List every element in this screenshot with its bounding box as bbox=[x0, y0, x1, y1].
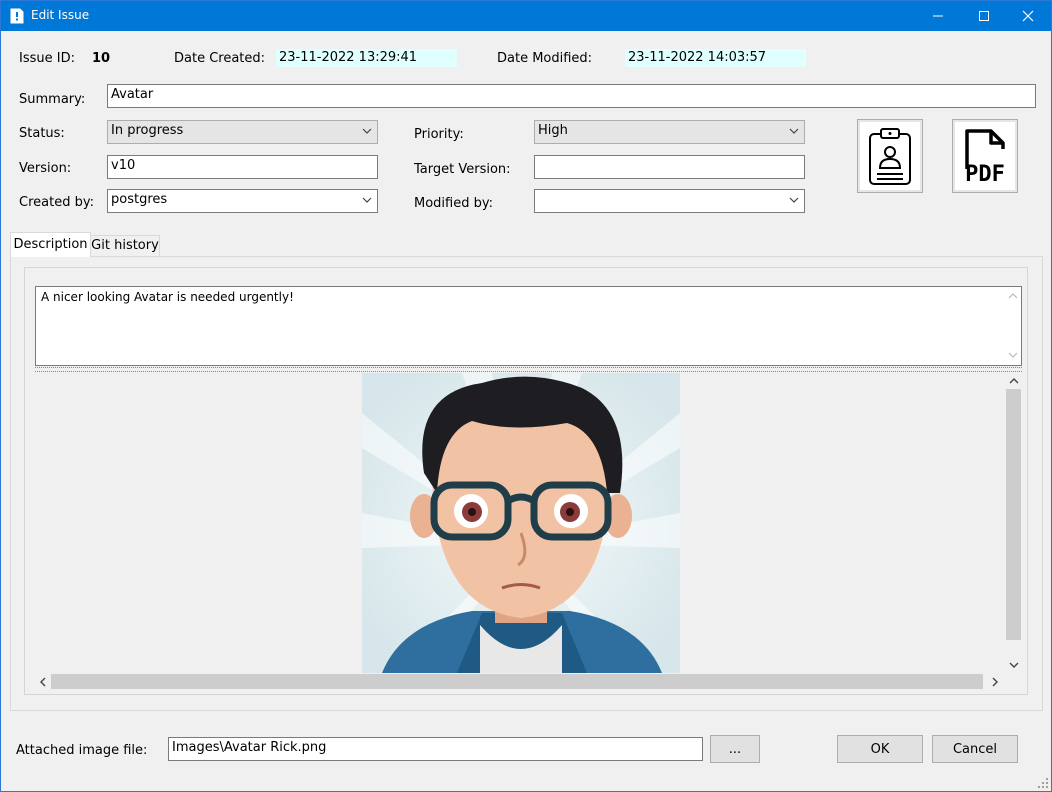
date-modified-label: Date Modified: bbox=[497, 51, 593, 66]
created-by-value: postgres bbox=[111, 192, 168, 207]
description-panel: A nicer looking Avatar is needed urgentl… bbox=[24, 267, 1028, 695]
description-textarea[interactable]: A nicer looking Avatar is needed urgentl… bbox=[35, 286, 1022, 366]
priority-label: Priority: bbox=[414, 127, 464, 142]
resize-grip-icon[interactable] bbox=[1037, 777, 1049, 789]
chevron-down-icon bbox=[1008, 352, 1018, 358]
vertical-scroll-thumb[interactable] bbox=[1006, 389, 1021, 640]
description-text: A nicer looking Avatar is needed urgentl… bbox=[41, 290, 294, 304]
attached-image-input[interactable]: Images\Avatar Rick.png bbox=[168, 737, 703, 761]
status-label: Status: bbox=[19, 126, 65, 141]
chevron-down-icon bbox=[789, 197, 799, 203]
modified-by-label: Modified by: bbox=[414, 196, 493, 211]
export-pdf-button[interactable]: PDF bbox=[952, 119, 1018, 193]
priority-value: High bbox=[538, 123, 568, 138]
created-by-select[interactable]: postgres bbox=[107, 189, 378, 213]
target-version-label: Target Version: bbox=[414, 162, 511, 177]
chevron-left-icon bbox=[40, 677, 46, 687]
edit-issue-window: Edit Issue Issue ID: 10 Date Created: 23… bbox=[0, 0, 1052, 792]
issue-id-label: Issue ID: bbox=[19, 51, 75, 66]
maximize-icon bbox=[979, 11, 989, 21]
chevron-right-icon bbox=[992, 677, 998, 687]
close-button[interactable] bbox=[1005, 1, 1051, 31]
chevron-up-icon bbox=[1009, 378, 1019, 384]
date-created-value: 23-11-2022 13:29:41 bbox=[276, 49, 457, 67]
status-select[interactable]: In progress bbox=[107, 120, 378, 144]
modified-by-select[interactable] bbox=[534, 189, 805, 213]
tab-git-history[interactable]: Git history bbox=[90, 235, 160, 257]
priority-select[interactable]: High bbox=[534, 120, 805, 144]
splitter[interactable] bbox=[35, 367, 1022, 372]
pdf-icon: PDF bbox=[965, 129, 1005, 187]
title-bar[interactable]: Edit Issue bbox=[1, 1, 1051, 31]
image-vertical-scrollbar[interactable] bbox=[1005, 373, 1022, 673]
ok-button[interactable]: OK bbox=[837, 735, 923, 763]
chevron-down-icon bbox=[1009, 662, 1019, 668]
version-input[interactable]: v10 bbox=[107, 155, 378, 179]
tab-description-label: Description bbox=[13, 237, 88, 252]
date-created-label: Date Created: bbox=[174, 51, 266, 66]
minimize-icon bbox=[933, 15, 943, 17]
tab-description[interactable]: Description bbox=[10, 232, 91, 257]
tab-git-history-label: Git history bbox=[91, 238, 159, 253]
chevron-down-icon bbox=[362, 197, 372, 203]
attached-image-label: Attached image file: bbox=[16, 743, 148, 758]
image-horizontal-scrollbar[interactable] bbox=[35, 673, 1005, 690]
maximize-button[interactable] bbox=[961, 1, 1007, 31]
minimize-button[interactable] bbox=[915, 1, 961, 31]
summary-label: Summary: bbox=[19, 92, 86, 107]
contact-card-button[interactable] bbox=[857, 119, 923, 193]
date-modified-value: 23-11-2022 14:03:57 bbox=[625, 49, 806, 67]
summary-input[interactable]: Avatar bbox=[107, 84, 1036, 108]
image-viewer bbox=[35, 373, 1022, 690]
chevron-down-icon bbox=[362, 128, 372, 134]
browse-button[interactable]: ... bbox=[710, 735, 760, 763]
cancel-button[interactable]: Cancel bbox=[932, 735, 1018, 763]
status-value: In progress bbox=[111, 123, 184, 138]
issue-id-value: 10 bbox=[92, 51, 111, 66]
description-tab-panel: A nicer looking Avatar is needed urgentl… bbox=[10, 256, 1043, 711]
pdf-icon-text: PDF bbox=[965, 162, 1005, 187]
window-title: Edit Issue bbox=[31, 8, 90, 22]
close-icon bbox=[1022, 10, 1034, 22]
app-icon bbox=[10, 8, 24, 24]
chevron-up-icon bbox=[1008, 293, 1018, 299]
version-label: Version: bbox=[19, 161, 72, 176]
target-version-input[interactable] bbox=[534, 155, 805, 179]
avatar-image bbox=[362, 373, 680, 673]
description-scrollbar[interactable] bbox=[1005, 287, 1021, 365]
chevron-down-icon bbox=[789, 128, 799, 134]
created-by-label: Created by: bbox=[19, 195, 94, 210]
horizontal-scroll-thumb[interactable] bbox=[51, 674, 983, 689]
clipboard-user-icon bbox=[869, 128, 911, 185]
